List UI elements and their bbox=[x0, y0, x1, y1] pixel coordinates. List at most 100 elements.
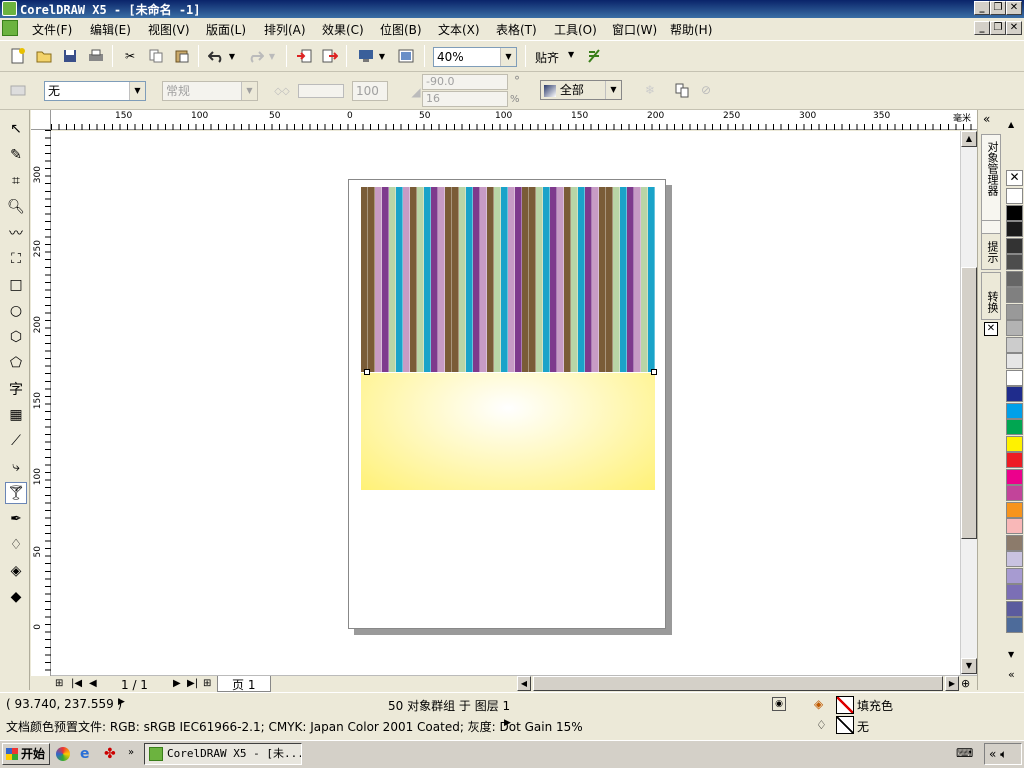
save-icon[interactable] bbox=[60, 46, 80, 66]
menu-text[interactable]: 文本(X) bbox=[438, 21, 480, 38]
color-swatch[interactable] bbox=[1006, 320, 1023, 336]
color-swatch[interactable] bbox=[1006, 237, 1023, 254]
color-swatch[interactable] bbox=[1006, 534, 1023, 551]
freeze-icon[interactable]: ❄ bbox=[640, 80, 660, 100]
fill-type-select[interactable]: 无 ▼ bbox=[44, 81, 146, 101]
keyboard-icon[interactable]: ⌨ bbox=[956, 746, 973, 760]
text-tool-icon[interactable]: 字 bbox=[5, 378, 27, 400]
doc-minimize-button[interactable]: _ bbox=[974, 21, 990, 35]
options-icon[interactable] bbox=[584, 46, 604, 66]
start-button[interactable]: 开始 bbox=[2, 743, 50, 765]
vertical-scrollbar[interactable]: ▲ ▼ bbox=[960, 131, 977, 675]
color-swatch[interactable] bbox=[1006, 188, 1023, 204]
print-icon[interactable] bbox=[86, 46, 106, 66]
status-arrow-icon[interactable]: ▶ bbox=[118, 697, 125, 707]
color-swatch[interactable] bbox=[1006, 353, 1023, 369]
color-swatch[interactable] bbox=[1006, 303, 1023, 320]
angle-field[interactable]: -90.0 bbox=[422, 74, 508, 90]
taskbar-item-coreldraw[interactable]: CorelDRAW X5 - [未... bbox=[144, 743, 302, 765]
scroll-down-icon[interactable]: ▼ bbox=[961, 658, 977, 674]
volume-icon[interactable]: 🔈︎ bbox=[1000, 747, 1007, 761]
add-page-after-icon[interactable]: ⊞ bbox=[203, 678, 211, 689]
ellipse-tool-icon[interactable]: ○ bbox=[5, 300, 27, 322]
menu-layout[interactable]: 版面(L) bbox=[206, 21, 246, 38]
zoom-tool-icon[interactable]: 🔍︎ bbox=[5, 196, 27, 218]
freehand-tool-icon[interactable]: 〰 bbox=[5, 222, 27, 244]
document-icon[interactable] bbox=[2, 20, 18, 36]
table-tool-icon[interactable]: ▦ bbox=[5, 404, 27, 426]
color-swatch[interactable] bbox=[1006, 402, 1023, 419]
menu-help[interactable]: 帮助(H) bbox=[670, 21, 712, 38]
transparency-target-select[interactable]: 全部 ▼ bbox=[540, 80, 622, 100]
add-page-before-icon[interactable]: ⊞ bbox=[55, 678, 63, 689]
color-swatch[interactable] bbox=[1006, 369, 1023, 386]
vertical-ruler[interactable]: 300 250 200 150 100 50 0 bbox=[31, 130, 51, 676]
docker-tab-hints[interactable]: 提示 bbox=[981, 220, 1001, 270]
selection-handle[interactable] bbox=[364, 369, 370, 375]
palette-scroll-down-icon[interactable]: ▼ bbox=[1008, 650, 1014, 659]
color-swatch[interactable] bbox=[1006, 254, 1023, 270]
ie-icon[interactable]: e bbox=[80, 746, 96, 762]
horizontal-ruler[interactable]: 150 100 50 0 50 100 150 200 250 300 350 … bbox=[51, 110, 977, 130]
color-swatch[interactable] bbox=[1006, 567, 1023, 584]
color-swatch[interactable] bbox=[1006, 336, 1023, 353]
outline-color-swatch[interactable] bbox=[836, 716, 854, 734]
menu-view[interactable]: 视图(V) bbox=[148, 21, 190, 38]
clear-transparency-icon[interactable]: ⊘ bbox=[696, 80, 716, 100]
fill-tool-icon[interactable]: ◈ bbox=[5, 560, 27, 582]
color-swatch[interactable] bbox=[1006, 287, 1023, 303]
edge-pad-field[interactable]: 16 bbox=[422, 91, 508, 107]
gradient-rectangle[interactable] bbox=[361, 373, 655, 490]
scroll-right-icon[interactable]: ▶ bbox=[945, 676, 959, 691]
opacity-slider[interactable] bbox=[298, 84, 344, 98]
doc-restore-button[interactable]: ❐ bbox=[990, 21, 1006, 35]
crop-tool-icon[interactable]: ⌗ bbox=[5, 170, 27, 192]
redo-dropdown-icon[interactable]: ▼ bbox=[266, 46, 278, 66]
tray-expand-icon[interactable]: « bbox=[989, 747, 996, 761]
eyedropper-tool-icon[interactable]: ✒ bbox=[5, 508, 27, 530]
color-swatch[interactable] bbox=[1006, 452, 1023, 468]
scroll-up-icon[interactable]: ▲ bbox=[961, 131, 977, 147]
page-tab[interactable]: 页 1 bbox=[217, 676, 271, 692]
color-swatch[interactable] bbox=[1006, 435, 1023, 452]
scroll-left-icon[interactable]: ◀ bbox=[517, 676, 531, 691]
welcome-screen-icon[interactable] bbox=[396, 46, 416, 66]
quicklaunch-icon[interactable]: ✤ bbox=[104, 746, 116, 762]
zoom-level-select[interactable]: 40% ▼ bbox=[433, 47, 517, 67]
undo-icon[interactable] bbox=[206, 46, 226, 66]
outline-tool-icon[interactable]: ♢ bbox=[5, 534, 27, 556]
menu-file[interactable]: 文件(F) bbox=[32, 21, 72, 38]
open-icon[interactable] bbox=[34, 46, 54, 66]
prev-page-icon[interactable]: ◀ bbox=[89, 678, 97, 689]
collapse-docker-icon[interactable]: « bbox=[983, 112, 990, 126]
color-swatch[interactable] bbox=[1006, 270, 1023, 287]
color-swatch[interactable] bbox=[1006, 485, 1023, 501]
palette-scroll-up-icon[interactable]: ▲ bbox=[1008, 120, 1014, 129]
minimize-button[interactable]: _ bbox=[974, 1, 990, 15]
restore-button[interactable]: ❐ bbox=[990, 1, 1006, 15]
presets-icon[interactable] bbox=[8, 80, 28, 100]
fill-color-swatch[interactable] bbox=[836, 696, 854, 714]
docker-tab-object-manager[interactable]: 对象管理器 bbox=[981, 134, 1001, 234]
import-icon[interactable] bbox=[294, 46, 314, 66]
horizontal-scroll-thumb[interactable] bbox=[533, 676, 943, 691]
launcher-dropdown-icon[interactable]: ▼ bbox=[376, 46, 388, 66]
interactive-fill-tool-icon[interactable]: ◆ bbox=[5, 586, 27, 608]
polygon-tool-icon[interactable]: ⬡ bbox=[5, 326, 27, 348]
menu-edit[interactable]: 编辑(E) bbox=[90, 21, 131, 38]
color-swatch[interactable] bbox=[1006, 617, 1023, 633]
color-swatch[interactable] bbox=[1006, 600, 1023, 617]
navigator-icon[interactable]: ⊕ bbox=[961, 677, 970, 690]
application-launcher-icon[interactable] bbox=[356, 46, 376, 66]
menu-arrange[interactable]: 排列(A) bbox=[264, 21, 306, 38]
color-swatch[interactable] bbox=[1006, 584, 1023, 600]
connector-tool-icon[interactable]: ⤷ bbox=[5, 456, 27, 478]
docker-tab-transform[interactable]: 转换 bbox=[981, 272, 1001, 320]
shape-tool-icon[interactable]: ✎ bbox=[5, 144, 27, 166]
menu-bitmaps[interactable]: 位图(B) bbox=[380, 21, 422, 38]
color-swatch[interactable] bbox=[1006, 221, 1023, 237]
cut-icon[interactable]: ✂ bbox=[120, 46, 140, 66]
color-swatch[interactable] bbox=[1006, 468, 1023, 485]
quicklaunch-expand-icon[interactable]: » bbox=[128, 747, 134, 758]
ruler-origin[interactable] bbox=[31, 110, 51, 130]
